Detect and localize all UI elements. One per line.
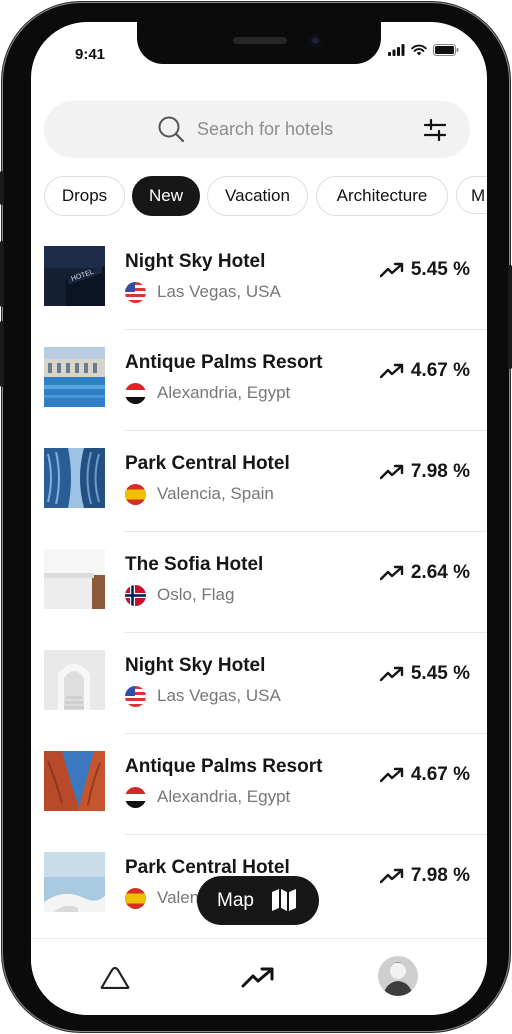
hotel-location: Las Vegas, USA — [157, 686, 281, 705]
status-time: 9:41 — [75, 46, 106, 63]
map-button[interactable]: Map — [197, 876, 319, 925]
trending-up-icon — [379, 565, 404, 581]
chip-architecture[interactable]: Architecture — [316, 176, 448, 216]
hotel-location: Oslo, Flag — [157, 585, 235, 604]
trending-up-icon — [379, 666, 404, 682]
notch — [137, 22, 381, 64]
filter-sliders-icon[interactable] — [423, 118, 447, 142]
phone-screen: 9:41 Search for hotels Drops New Vacatio… — [31, 22, 487, 1015]
trending-up-icon — [379, 262, 404, 278]
hotel-location: Valencia, Spain — [157, 484, 274, 503]
hotel-name: Park Central Hotel — [125, 453, 290, 474]
resort-pool-image — [44, 347, 105, 407]
hotel-location: Las Vegas, USA — [157, 282, 281, 301]
hotel-name: The Sofia Hotel — [125, 554, 264, 575]
mute-switch — [0, 171, 4, 205]
power-button — [508, 265, 512, 369]
hotel-location: Alexandria, Egypt — [157, 383, 291, 402]
egypt-flag-icon — [125, 382, 146, 404]
us-flag-icon — [125, 281, 146, 303]
red-terracotta-building-image — [44, 751, 105, 811]
front-camera — [309, 34, 322, 47]
chip-new[interactable]: New — [132, 176, 200, 216]
hotel-name: Antique Palms Resort — [125, 352, 323, 373]
white-wall-interior-image — [44, 549, 105, 609]
trending-up-icon — [379, 363, 404, 379]
map-button-label: Map — [217, 890, 254, 911]
hotel-row[interactable]: Antique Palms Resort Alexandria, Egypt 4… — [31, 330, 487, 431]
price-change: 2.64 % — [410, 562, 470, 583]
night-hotel-sign-image: HOTEL — [44, 246, 105, 306]
map-icon — [272, 889, 296, 911]
spain-flag-icon — [125, 887, 146, 909]
hotel-location: Alexandria, Egypt — [157, 787, 291, 806]
hotel-row[interactable]: HOTEL Night Sky Hotel Las Vegas, USA 5.4… — [31, 229, 487, 330]
hotel-row[interactable]: The Sofia Hotel Oslo, Flag 2.64 % — [31, 532, 487, 633]
speaker-grille — [233, 37, 287, 44]
volume-down-button — [0, 321, 4, 387]
category-chips: Drops New Vacation Architecture M — [44, 176, 487, 216]
us-flag-icon — [125, 685, 146, 707]
phone-frame: 9:41 Search for hotels Drops New Vacatio… — [0, 3, 512, 1031]
white-arches-image — [44, 650, 105, 710]
norway-flag-icon — [125, 584, 146, 606]
search-bar[interactable]: Search for hotels — [44, 101, 470, 158]
volume-up-button — [0, 241, 4, 307]
chip-more[interactable]: M — [456, 176, 487, 214]
hotel-list: HOTEL Night Sky Hotel Las Vegas, USA 5.4… — [31, 229, 487, 936]
profile-avatar[interactable] — [378, 956, 418, 996]
price-change: 5.45 % — [410, 663, 470, 684]
price-change: 4.67 % — [410, 764, 470, 785]
cellular-signal-icon — [388, 44, 405, 56]
chip-drops[interactable]: Drops — [44, 176, 125, 216]
trending-tab-icon[interactable] — [241, 967, 275, 989]
hotel-name: Night Sky Hotel — [125, 251, 266, 272]
price-change: 4.67 % — [410, 360, 470, 381]
price-change: 7.98 % — [410, 461, 470, 482]
sky-rooftop-image — [44, 852, 105, 912]
trending-up-icon — [379, 464, 404, 480]
price-change: 7.98 % — [410, 865, 470, 886]
spain-flag-icon — [125, 483, 146, 505]
search-input[interactable]: Search for hotels — [197, 119, 333, 140]
hotel-row[interactable]: Night Sky Hotel Las Vegas, USA 5.45 % — [31, 633, 487, 734]
wifi-icon — [411, 44, 427, 56]
home-icon[interactable] — [99, 967, 131, 989]
price-change: 5.45 % — [410, 259, 470, 280]
hotel-row[interactable]: Antique Palms Resort Alexandria, Egypt 4… — [31, 734, 487, 835]
chip-vacation[interactable]: Vacation — [207, 176, 308, 216]
battery-icon — [433, 44, 459, 56]
status-icons — [388, 44, 459, 56]
tab-bar — [31, 938, 487, 1015]
trending-up-icon — [379, 767, 404, 783]
trending-up-icon — [379, 868, 404, 884]
search-icon — [158, 116, 185, 143]
egypt-flag-icon — [125, 786, 146, 808]
hotel-name: Antique Palms Resort — [125, 756, 323, 777]
hotel-row[interactable]: Park Central Hotel Valencia, Spain — [31, 431, 487, 532]
hotel-name: Night Sky Hotel — [125, 655, 266, 676]
blue-curved-building-image — [44, 448, 105, 508]
